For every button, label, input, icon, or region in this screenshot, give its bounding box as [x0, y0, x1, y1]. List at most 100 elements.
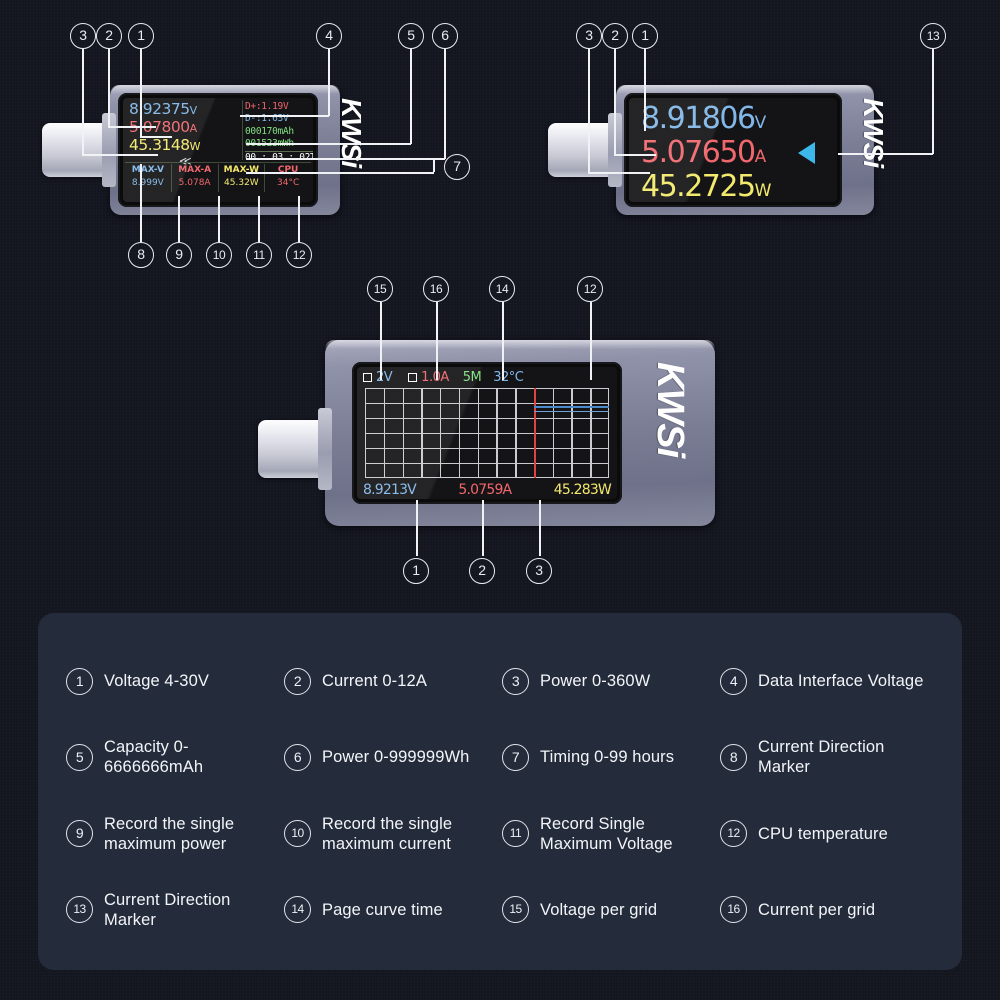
leader-line: [436, 302, 438, 380]
legend-item-3: 3 Power 0-360W: [502, 643, 720, 719]
leader-line: [246, 143, 411, 145]
legend-number-badge: 9: [66, 820, 93, 848]
leader-line: [588, 49, 590, 173]
current-per-grid-item: 1.0A: [408, 370, 449, 385]
callout-3-device2[interactable]: 3: [576, 23, 602, 49]
legend-item-4: 4 Data Interface Voltage: [720, 643, 938, 719]
legend-item-10: 10 Record the single maximum current: [284, 796, 502, 872]
legend-number-badge: 10: [284, 820, 311, 848]
usb-c-connector: [548, 123, 616, 177]
legend-item-14: 14 Page curve time: [284, 872, 502, 948]
callout-11[interactable]: 11: [246, 242, 272, 268]
legend-number-badge: 11: [502, 820, 529, 848]
leader-line: [614, 49, 616, 155]
leader-line: [328, 49, 330, 116]
leader-line: [416, 500, 418, 556]
callout-2[interactable]: 2: [96, 23, 122, 49]
callout-4[interactable]: 4: [316, 23, 342, 49]
leader-line: [82, 154, 158, 156]
leader-line: [380, 302, 382, 380]
leader-line: [838, 153, 933, 155]
cpu-temp-cell: CPU 34°C: [277, 165, 300, 188]
callout-6[interactable]: 6: [432, 23, 458, 49]
current-readout: 5.07800A: [129, 118, 197, 136]
leader-line: [410, 49, 412, 144]
legend-label: Data Interface Voltage: [758, 672, 924, 691]
legend-number-badge: 2: [284, 667, 311, 695]
screen-content: 2V 1.0A 5M 32°C 8.9213V 5.0759A 45.283W: [357, 367, 617, 499]
usb-c-connector: [42, 123, 110, 177]
callout-16[interactable]: 16: [423, 276, 449, 302]
leader-line: [644, 49, 646, 131]
leader-line: [258, 196, 260, 242]
legend-item-2: 2 Current 0-12A: [284, 643, 502, 719]
legend-label: Record the single maximum power: [104, 814, 235, 853]
device-screen: 8.91806V 5.07650A 45.2725W: [624, 93, 842, 207]
checkbox-icon[interactable]: [408, 373, 418, 382]
legend-label: Current Direction Marker: [758, 738, 885, 777]
leader-line: [482, 500, 484, 556]
callout-5[interactable]: 5: [398, 23, 424, 49]
infographic-stage: 8.92375V 5.07800A 45.3148W ≪ D+:1.19V D-…: [0, 0, 1000, 1000]
callout-8[interactable]: 8: [128, 242, 154, 268]
callout-1-device2[interactable]: 1: [632, 23, 658, 49]
callout-12[interactable]: 12: [286, 242, 312, 268]
legend-number-badge: 3: [502, 667, 529, 695]
leader-line: [108, 126, 156, 128]
callout-15[interactable]: 15: [367, 276, 393, 302]
callout-7[interactable]: 7: [444, 154, 470, 180]
legend-item-12: 12 CPU temperature: [720, 796, 938, 872]
leader-line: [140, 49, 142, 137]
checkbox-icon[interactable]: [363, 373, 372, 382]
legend-number-badge: 16: [720, 896, 747, 924]
callout-1[interactable]: 1: [128, 23, 154, 49]
power-readout: 45.3148W: [129, 136, 201, 154]
leader-line: [140, 164, 142, 242]
callout-3-device3[interactable]: 3: [526, 558, 552, 584]
callout-13[interactable]: 13: [920, 23, 946, 49]
legend-label: Record Single Maximum Voltage: [540, 814, 673, 853]
leader-line: [108, 49, 110, 127]
voltage-per-grid-item: 2V: [363, 370, 393, 385]
legend-label: Voltage 4-30V: [104, 672, 209, 691]
callout-10[interactable]: 10: [206, 242, 232, 268]
callout-2-device3[interactable]: 2: [469, 558, 495, 584]
leader-line: [298, 196, 300, 242]
leader-line: [433, 158, 435, 172]
legend-panel: 1 Voltage 4-30V 2 Current 0-12A 3 Power 0-360…: [38, 613, 962, 970]
legend-item-7: 7 Timing 0-99 hours: [502, 719, 720, 795]
max-power-cell: MAX-W 45.32W: [219, 164, 266, 192]
legend-item-13: 13 Current Direction Marker: [66, 872, 284, 948]
primary-readouts: 8.92375V 5.07800A 45.3148W ≪: [129, 101, 241, 168]
leader-line: [590, 302, 592, 380]
page-curve-time-item: 5M: [462, 370, 482, 385]
legend-label: Power 0-360W: [540, 672, 651, 691]
legend-item-6: 6 Power 0-999999Wh: [284, 719, 502, 795]
callout-2-device2[interactable]: 2: [602, 23, 628, 49]
leader-line: [539, 500, 541, 556]
data-plus-voltage: D+:1.19V: [245, 101, 289, 112]
curve-graph: [365, 388, 609, 478]
callout-12-device3[interactable]: 12: [577, 276, 603, 302]
cpu-temp-item: 32°C: [493, 370, 524, 385]
legend-label: Timing 0-99 hours: [540, 748, 675, 767]
voltage-trace: [533, 406, 609, 408]
leader-line: [240, 115, 329, 117]
power-readout: 45.283W: [553, 482, 612, 498]
leader-line: [246, 158, 445, 160]
leader-line: [178, 196, 180, 242]
leader-line: [932, 49, 934, 154]
callout-9[interactable]: 9: [166, 242, 192, 268]
callout-14[interactable]: 14: [489, 276, 515, 302]
leader-line: [246, 172, 434, 174]
leader-line: [588, 172, 650, 174]
voltage-readout: 8.91806V: [641, 101, 766, 136]
legend-label: Current per grid: [758, 900, 876, 919]
legend-item-15: 15 Voltage per grid: [502, 872, 720, 948]
callout-3[interactable]: 3: [70, 23, 96, 49]
leader-line: [444, 49, 446, 159]
voltage-readout: 8.9213V: [363, 482, 417, 498]
callout-1-device3[interactable]: 1: [403, 558, 429, 584]
legend-label: Power 0-999999Wh: [322, 748, 470, 767]
legend-number-badge: 8: [720, 743, 747, 771]
